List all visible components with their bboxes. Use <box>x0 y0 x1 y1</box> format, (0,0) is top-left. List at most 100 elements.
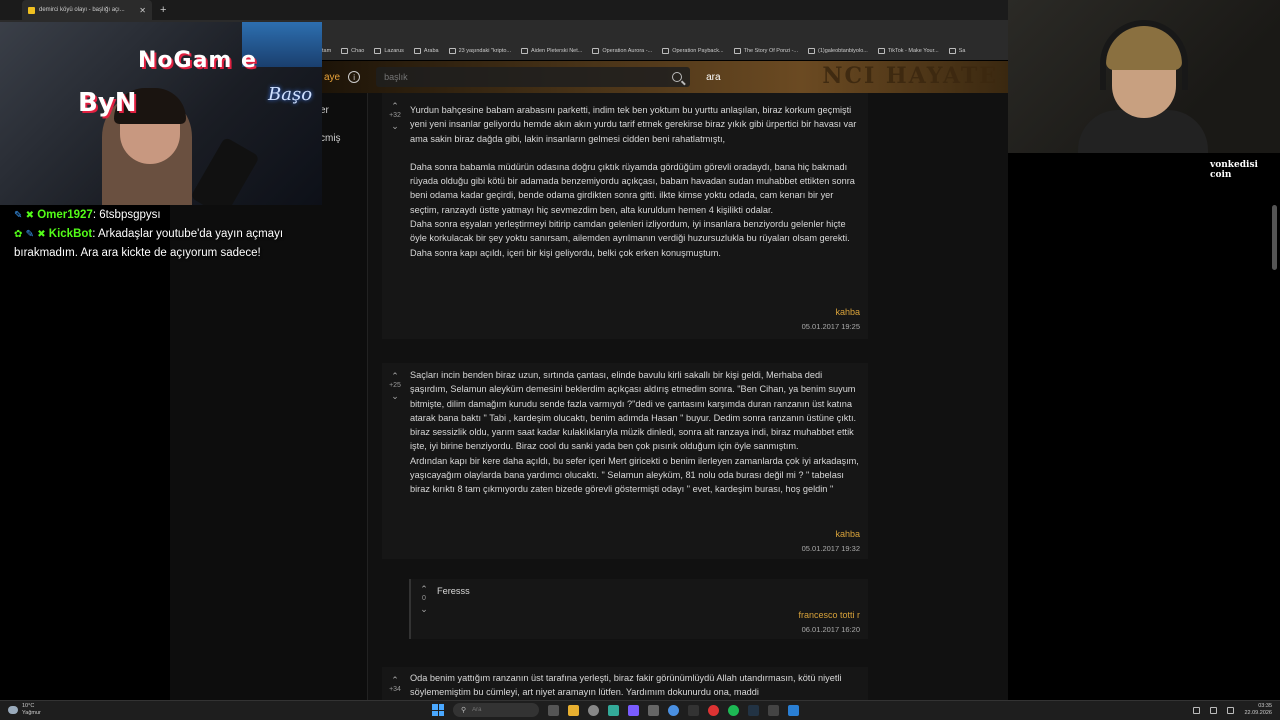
settings-icon[interactable] <box>588 704 599 716</box>
page-icon <box>662 48 670 54</box>
clock-date: 22.09.2026 <box>1244 710 1272 716</box>
chat-username: KickBot <box>48 228 93 240</box>
bookmark-item[interactable]: Aiden Pleterski Net... <box>521 48 582 54</box>
streamer-webcam: NoGam e ByN Başo <box>0 22 322 205</box>
vote-count: +25 <box>389 382 401 389</box>
moderator-badge-icon: ✎ <box>25 229 34 240</box>
taskbar-search-input[interactable] <box>472 707 523 713</box>
cloud-icon <box>8 706 18 714</box>
clock-time: 03:35 <box>1258 703 1272 709</box>
bookmark-item[interactable]: tam <box>322 48 331 54</box>
entry: ⌃ +25 ⌄ Saçları incin benden biraz uzun,… <box>382 363 868 559</box>
microphone <box>190 136 260 205</box>
taskbar-search[interactable]: ⚲ <box>453 703 539 717</box>
app-icon[interactable] <box>608 704 619 716</box>
entry-paragraph: Ardından kapı bir kere daha açıldı, bu s… <box>410 455 859 495</box>
opera-icon[interactable] <box>708 704 719 716</box>
volume-icon[interactable] <box>1227 706 1235 714</box>
upvote-icon[interactable]: ⌃ <box>415 584 433 594</box>
info-icon[interactable]: i <box>348 71 361 83</box>
app-icon[interactable] <box>648 704 659 716</box>
search-box <box>376 67 691 87</box>
page-icon <box>808 48 815 54</box>
bookmark-item[interactable]: Chao <box>341 48 364 54</box>
upvote-icon[interactable]: ⌃ <box>386 371 404 381</box>
bookmark-item[interactable]: The Story Of Ponzi -... <box>733 48 798 54</box>
bookmark-item[interactable]: Operation Payback... <box>662 48 724 54</box>
folder-icon <box>341 48 349 54</box>
bookmark-item[interactable]: Sa <box>948 48 965 54</box>
headset-icon <box>1100 20 1188 90</box>
app-icon[interactable] <box>768 704 779 716</box>
bookmark-item[interactable]: (1)galeobtanbiyolo... <box>808 48 868 54</box>
system-tray: 03:35 22.09.2026 <box>1193 703 1272 717</box>
vote-count: +34 <box>389 686 401 693</box>
upvote-icon[interactable]: ⌃ <box>386 101 404 111</box>
bookmark-item[interactable]: TikTok - Make Your... <box>877 48 939 54</box>
entry: ⌃ +32 ⌄ Yurdun bahçesine babam arabasını… <box>382 93 868 339</box>
search-input[interactable] <box>384 72 673 82</box>
entry-paragraph: Daha sonra kapı açıldı, içeri bir kişi g… <box>410 247 721 258</box>
chevron-up-icon[interactable] <box>1193 706 1201 714</box>
bookmark-item[interactable]: 23 yaşındaki "kripto... <box>448 48 511 54</box>
spotify-icon[interactable] <box>728 704 739 716</box>
favicon-icon <box>28 6 35 14</box>
new-tab-button[interactable]: + <box>160 4 166 16</box>
entry-date[interactable]: 05.01.2017 19:32 <box>802 544 860 553</box>
search-icon: ⚲ <box>461 707 467 714</box>
chat-username: Omer1927 <box>37 209 93 221</box>
search-icon[interactable] <box>672 72 683 82</box>
downvote-icon[interactable]: ⌄ <box>415 604 433 614</box>
weather-widget[interactable]: 10°C Yağmur <box>8 703 41 717</box>
stream-chat: ✎ ✖ Omer1927: 6tsbpsgpysı ✿ ✎ ✖ KickBot:… <box>14 206 324 263</box>
entry-text: Oda benim yattığım ranzanın üst tarafına… <box>410 671 860 700</box>
youtube-icon <box>733 48 741 54</box>
baso-neon-sign: Başo <box>268 84 313 105</box>
discord-icon[interactable] <box>628 704 639 716</box>
entry-paragraph: Daha sonra babamla müdürün odasına doğru… <box>410 161 855 215</box>
close-icon[interactable]: ✕ <box>139 6 146 15</box>
chat-message: ✿ ✎ ✖ KickBot: Arkadaşlar youtube'da yay… <box>14 228 284 259</box>
chrome-icon[interactable] <box>668 704 679 716</box>
app-icon[interactable] <box>788 704 799 716</box>
steam-icon[interactable] <box>748 704 759 716</box>
weather-desc: Yağmur <box>22 710 41 716</box>
entry: ⌃ +34 Oda benim yattığım ranzanın üst ta… <box>382 667 868 700</box>
reply-text: Feresss <box>437 586 470 596</box>
page-icon <box>521 48 528 54</box>
entry-paragraph: Yurdun bahçesine babam arabasını parkett… <box>410 105 857 144</box>
task-view-icon[interactable] <box>548 704 559 716</box>
downvote-icon[interactable]: ⌄ <box>386 121 404 131</box>
clock[interactable]: 03:35 22.09.2026 <box>1244 703 1272 717</box>
page-icon <box>592 48 600 54</box>
entry-paragraph: Daha sonra eşyaları yerleştirmeyi bitiri… <box>410 219 850 244</box>
scrollbar[interactable] <box>1272 205 1277 270</box>
verified-badge-icon: ✖ <box>25 210 34 221</box>
vote-count: +32 <box>389 112 401 119</box>
bookmark-item[interactable]: Operation Aurora -... <box>592 48 652 54</box>
page-icon <box>948 48 956 54</box>
byn-logo: ByN <box>78 88 137 118</box>
bookmark-item[interactable]: Lazarus <box>374 48 404 54</box>
header-label[interactable]: aye <box>324 72 340 83</box>
search-button[interactable]: ara <box>706 72 720 83</box>
weather-temp: 10°C <box>22 703 35 709</box>
browser-tab[interactable]: demirci köyü olayı - başlığı açı... ✕ <box>22 0 152 20</box>
upvote-icon[interactable]: ⌃ <box>386 675 404 685</box>
site-header: aye i ara NCI HAYATE <box>322 61 1008 93</box>
windows-start-icon[interactable] <box>432 704 444 716</box>
entry-author[interactable]: kahba <box>835 529 860 539</box>
file-explorer-icon[interactable] <box>568 704 579 716</box>
chat-message: ✎ ✖ Omer1927: 6tsbpsgpysı <box>14 209 161 221</box>
vote-box: ⌃ +34 <box>386 675 404 695</box>
vote-box: ⌃ +25 ⌄ <box>386 371 404 401</box>
entry-author[interactable]: kahba <box>835 307 860 317</box>
reply-author[interactable]: francesco totti r <box>798 610 860 620</box>
sidebar-item[interactable]: cmiş <box>320 133 341 144</box>
downvote-icon[interactable]: ⌄ <box>386 391 404 401</box>
app-icon[interactable] <box>688 704 699 716</box>
reply-date[interactable]: 06.01.2017 16:20 <box>802 625 860 634</box>
network-icon[interactable] <box>1210 706 1218 714</box>
bookmark-item[interactable]: Araba <box>413 48 439 54</box>
entry-date[interactable]: 05.01.2017 19:25 <box>802 322 860 331</box>
